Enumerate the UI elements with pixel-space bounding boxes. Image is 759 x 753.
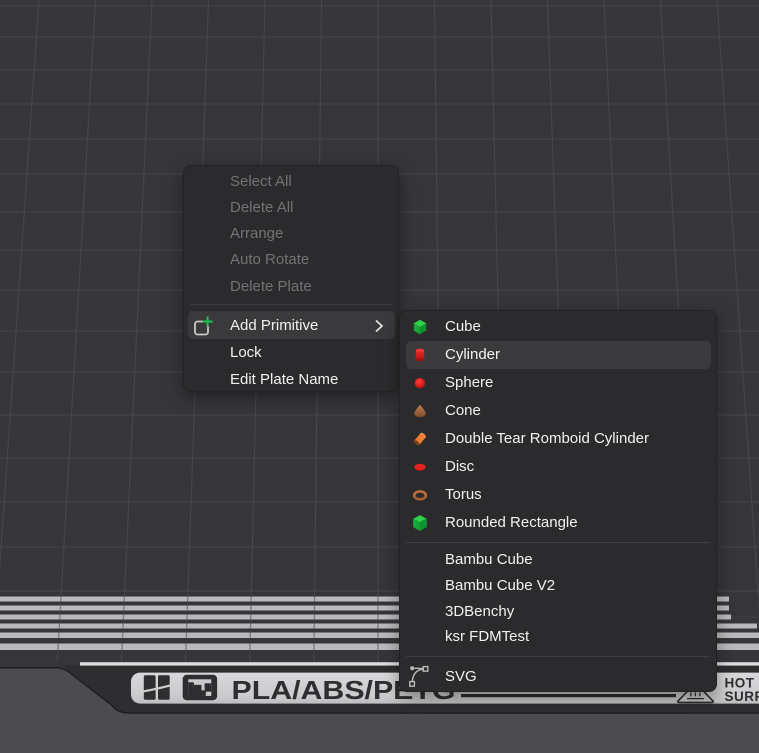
svg-text:SURFACE: SURFACE [725, 689, 759, 704]
